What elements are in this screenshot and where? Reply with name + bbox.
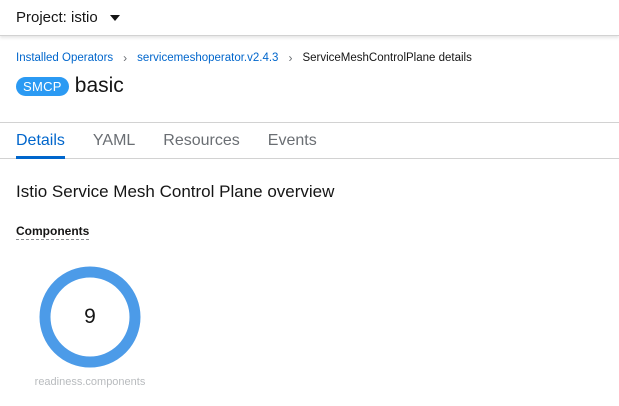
tab-resources[interactable]: Resources xyxy=(163,123,239,158)
breadcrumb-operator-version[interactable]: servicemeshoperator.v2.4.3 xyxy=(137,52,278,64)
breadcrumb: Installed Operators › servicemeshoperato… xyxy=(16,52,472,64)
overview-title: Istio Service Mesh Control Plane overvie… xyxy=(16,182,335,201)
chevron-right-icon: › xyxy=(288,51,293,65)
project-bar: Project: istio xyxy=(0,0,619,36)
page-title: SMCP basic xyxy=(16,74,124,98)
project-selector[interactable]: Project: istio xyxy=(16,0,120,35)
tab-events-label: Events xyxy=(267,131,317,149)
donut-value: 9 xyxy=(84,305,96,328)
tab-events[interactable]: Events xyxy=(268,123,317,158)
breadcrumb-installed-operators[interactable]: Installed Operators xyxy=(16,52,113,64)
chevron-right-icon: › xyxy=(123,51,128,65)
tab-yaml-label: YAML xyxy=(92,131,136,149)
project-selector-label: Project: istio xyxy=(16,9,98,26)
components-label[interactable]: Components xyxy=(16,224,90,240)
tab-details[interactable]: Details xyxy=(16,123,65,159)
breadcrumb-current-page: ServiceMeshControlPlane details xyxy=(302,52,472,64)
tab-details-label: Details xyxy=(16,131,65,149)
caret-down-icon xyxy=(109,14,120,21)
donut-caption: readiness.components xyxy=(34,376,146,388)
tab-resources-label: Resources xyxy=(163,131,240,149)
resource-kind-badge: SMCP xyxy=(16,76,69,96)
tab-bar: Details YAML Resources Events xyxy=(0,122,619,159)
resource-name: basic xyxy=(74,74,124,97)
tab-yaml[interactable]: YAML xyxy=(93,123,135,158)
